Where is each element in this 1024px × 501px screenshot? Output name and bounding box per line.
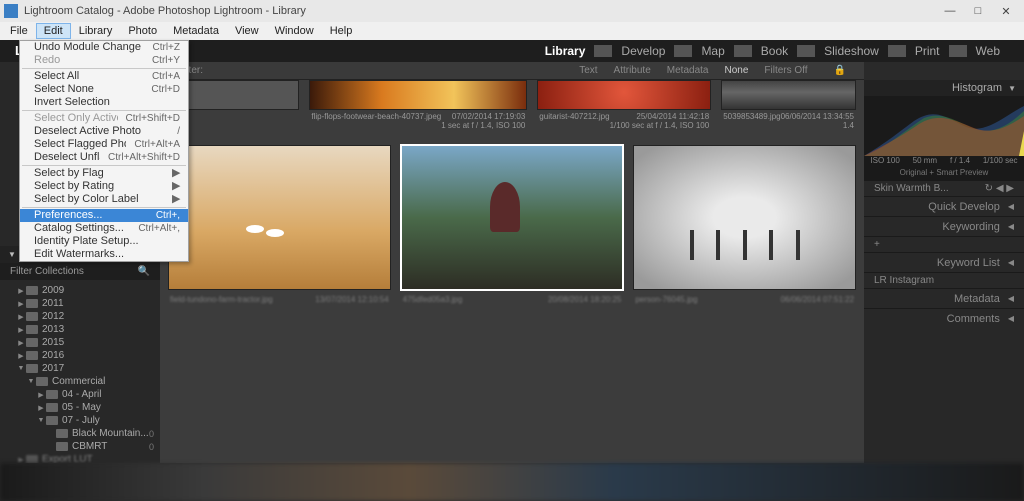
collection-item[interactable]: ▶2011 <box>0 297 160 310</box>
right-panel: Histogram ▼ ISO 100 50 mm f / 1.4 1/100 … <box>864 80 1024 463</box>
module-map[interactable]: Map <box>692 44 733 58</box>
menu-item-select-by-color-label[interactable]: Select by Color Label▶ <box>20 193 188 206</box>
menu-item-select-all[interactable]: Select AllCtrl+A <box>20 70 188 83</box>
thumbnail-cell[interactable]: 5039853489.jpg06/06/2014 13:34:551.4 <box>721 80 856 135</box>
collection-item[interactable]: ▼Commercial <box>0 375 160 388</box>
disclosure-triangle-icon: ▼ <box>1008 84 1016 93</box>
menu-item-select-only-active-photo: Select Only Active PhotoCtrl+Shift+D <box>20 112 188 125</box>
grid-row: flip-flops-footwear-beach-40737.jpeg07/0… <box>160 80 864 135</box>
window-titlebar: Lightroom Catalog - Adobe Photoshop Ligh… <box>0 0 1024 22</box>
histogram-panel-header[interactable]: Histogram ▼ <box>864 80 1024 96</box>
menu-item-preferences[interactable]: Preferences...Ctrl+, <box>20 209 188 222</box>
thumbnail-caption: field-tundono-farm-tractor.jpg13/07/2014… <box>168 293 391 309</box>
menu-metadata[interactable]: Metadata <box>165 23 227 39</box>
filter-text[interactable]: Text <box>571 65 605 76</box>
comments-panel[interactable]: Comments◀ <box>864 308 1024 328</box>
collection-item[interactable]: ▼2017 <box>0 362 160 375</box>
histogram-display[interactable] <box>864 96 1024 156</box>
menu-window[interactable]: Window <box>267 23 322 39</box>
menu-view[interactable]: View <box>227 23 267 39</box>
histogram-source: Original + Smart Preview <box>864 168 1024 180</box>
menu-item-redo: RedoCtrl+Y <box>20 54 188 67</box>
preset-row[interactable]: Skin Warmth B...↻ ◀ ▶ <box>864 180 1024 196</box>
menu-item-deselect-active-photo[interactable]: Deselect Active Photo/ <box>20 125 188 138</box>
module-develop[interactable]: Develop <box>612 44 674 58</box>
thumbnail-cell[interactable] <box>168 145 391 290</box>
filter-collections-input[interactable]: Filter Collections 🔍 <box>0 263 160 280</box>
thumbnail-cell[interactable]: guitarist-407212.jpg25/04/2014 11:42:181… <box>537 80 711 135</box>
module-web[interactable]: Web <box>967 44 1009 58</box>
menu-help[interactable]: Help <box>322 23 361 39</box>
close-button[interactable]: ✕ <box>992 2 1020 20</box>
window-title: Lightroom Catalog - Adobe Photoshop Ligh… <box>24 5 936 17</box>
menu-library[interactable]: Library <box>71 23 121 39</box>
filter-metadata[interactable]: Metadata <box>659 65 717 76</box>
menu-item-select-flagged-photos[interactable]: Select Flagged PhotosCtrl+Alt+A <box>20 138 188 151</box>
keywording-panel[interactable]: Keywording◀ <box>864 216 1024 236</box>
filters-status[interactable]: Filters Off <box>756 65 815 76</box>
keyword-list-panel[interactable]: Keyword List◀ <box>864 252 1024 272</box>
collections-tree: ▶2009▶2011▶2012▶2013▶2015▶2016▼2017▼Comm… <box>0 280 160 463</box>
collection-item[interactable]: ▶2013 <box>0 323 160 336</box>
menu-item-invert-selection[interactable]: Invert Selection <box>20 96 188 109</box>
menu-file[interactable]: File <box>2 23 36 39</box>
maximize-button[interactable]: □ <box>964 2 992 20</box>
collection-item[interactable]: ▶2016 <box>0 349 160 362</box>
disclosure-triangle-icon: ▼ <box>8 250 16 259</box>
histogram-metadata: ISO 100 50 mm f / 1.4 1/100 sec <box>864 156 1024 168</box>
filter-none[interactable]: None <box>716 65 756 76</box>
menu-item-edit-watermarks[interactable]: Edit Watermarks... <box>20 248 188 261</box>
collection-item[interactable]: ▶2015 <box>0 336 160 349</box>
menu-item-undo-module-change[interactable]: Undo Module ChangeCtrl+Z <box>20 41 188 54</box>
thumbnail-caption: person-76045.jpg06/06/2014 07:51:22 <box>633 293 856 309</box>
add-keyword-button[interactable]: + <box>864 236 1024 252</box>
module-slideshow[interactable]: Slideshow <box>815 44 888 58</box>
menu-bar: FileEditLibraryPhotoMetadataViewWindowHe… <box>0 22 1024 40</box>
thumbnail-caption: 475dfed05a3.jpg20/08/2014 18:20:25 <box>401 293 624 309</box>
grid-row <box>160 145 864 290</box>
menu-item-identity-plate-setup[interactable]: Identity Plate Setup... <box>20 235 188 248</box>
lr-instagram-tag[interactable]: LR Instagram <box>864 272 1024 288</box>
metadata-panel[interactable]: Metadata◀ <box>864 288 1024 308</box>
thumbnail-cell[interactable]: flip-flops-footwear-beach-40737.jpeg07/0… <box>309 80 527 135</box>
menu-item-catalog-settings[interactable]: Catalog Settings...Ctrl+Alt+, <box>20 222 188 235</box>
menu-item-deselect-unflagged-photos[interactable]: Deselect Unflagged PhotosCtrl+Alt+Shift+… <box>20 151 188 164</box>
quick-develop-panel[interactable]: Quick Develop◀ <box>864 196 1024 216</box>
collection-item[interactable]: ▶04 - April <box>0 388 160 401</box>
grid-row: field-tundono-farm-tractor.jpg13/07/2014… <box>160 293 864 309</box>
menu-edit[interactable]: Edit <box>36 23 71 39</box>
filter-lock-icon[interactable]: 🔒 <box>826 65 854 76</box>
collection-item[interactable]: ▶Export LUT <box>0 453 160 463</box>
thumbnail-grid[interactable]: flip-flops-footwear-beach-40737.jpeg07/0… <box>160 80 864 463</box>
collection-item[interactable]: CBMRT0 <box>0 440 160 453</box>
menu-photo[interactable]: Photo <box>120 23 165 39</box>
edit-menu-dropdown: Undo Module ChangeCtrl+ZRedoCtrl+Y Select… <box>19 40 189 262</box>
app-icon <box>4 4 18 18</box>
library-filter-bar[interactable]: Filter: Text Attribute Metadata None Fil… <box>160 62 864 80</box>
collection-item[interactable]: ▶2012 <box>0 310 160 323</box>
thumbnail-cell[interactable] <box>633 145 856 290</box>
filmstrip[interactable] <box>0 463 1024 501</box>
menu-item-select-none[interactable]: Select NoneCtrl+D <box>20 83 188 96</box>
collection-item[interactable]: Black Mountain...0 <box>0 427 160 440</box>
module-book[interactable]: Book <box>752 44 797 58</box>
menu-item-select-by-rating[interactable]: Select by Rating▶ <box>20 180 188 193</box>
menu-item-select-by-flag[interactable]: Select by Flag▶ <box>20 167 188 180</box>
module-picker: Library Develop Map Book Slideshow Print Web <box>536 44 1009 58</box>
module-library[interactable]: Library <box>536 44 595 58</box>
filter-attribute[interactable]: Attribute <box>606 65 659 76</box>
collection-item[interactable]: ▶05 - May <box>0 401 160 414</box>
thumbnail-cell[interactable] <box>401 145 624 290</box>
module-print[interactable]: Print <box>906 44 949 58</box>
collection-item[interactable]: ▶2009 <box>0 284 160 297</box>
collection-item[interactable]: ▼07 - July <box>0 414 160 427</box>
search-icon: 🔍 <box>138 266 150 277</box>
minimize-button[interactable]: — <box>936 2 964 20</box>
